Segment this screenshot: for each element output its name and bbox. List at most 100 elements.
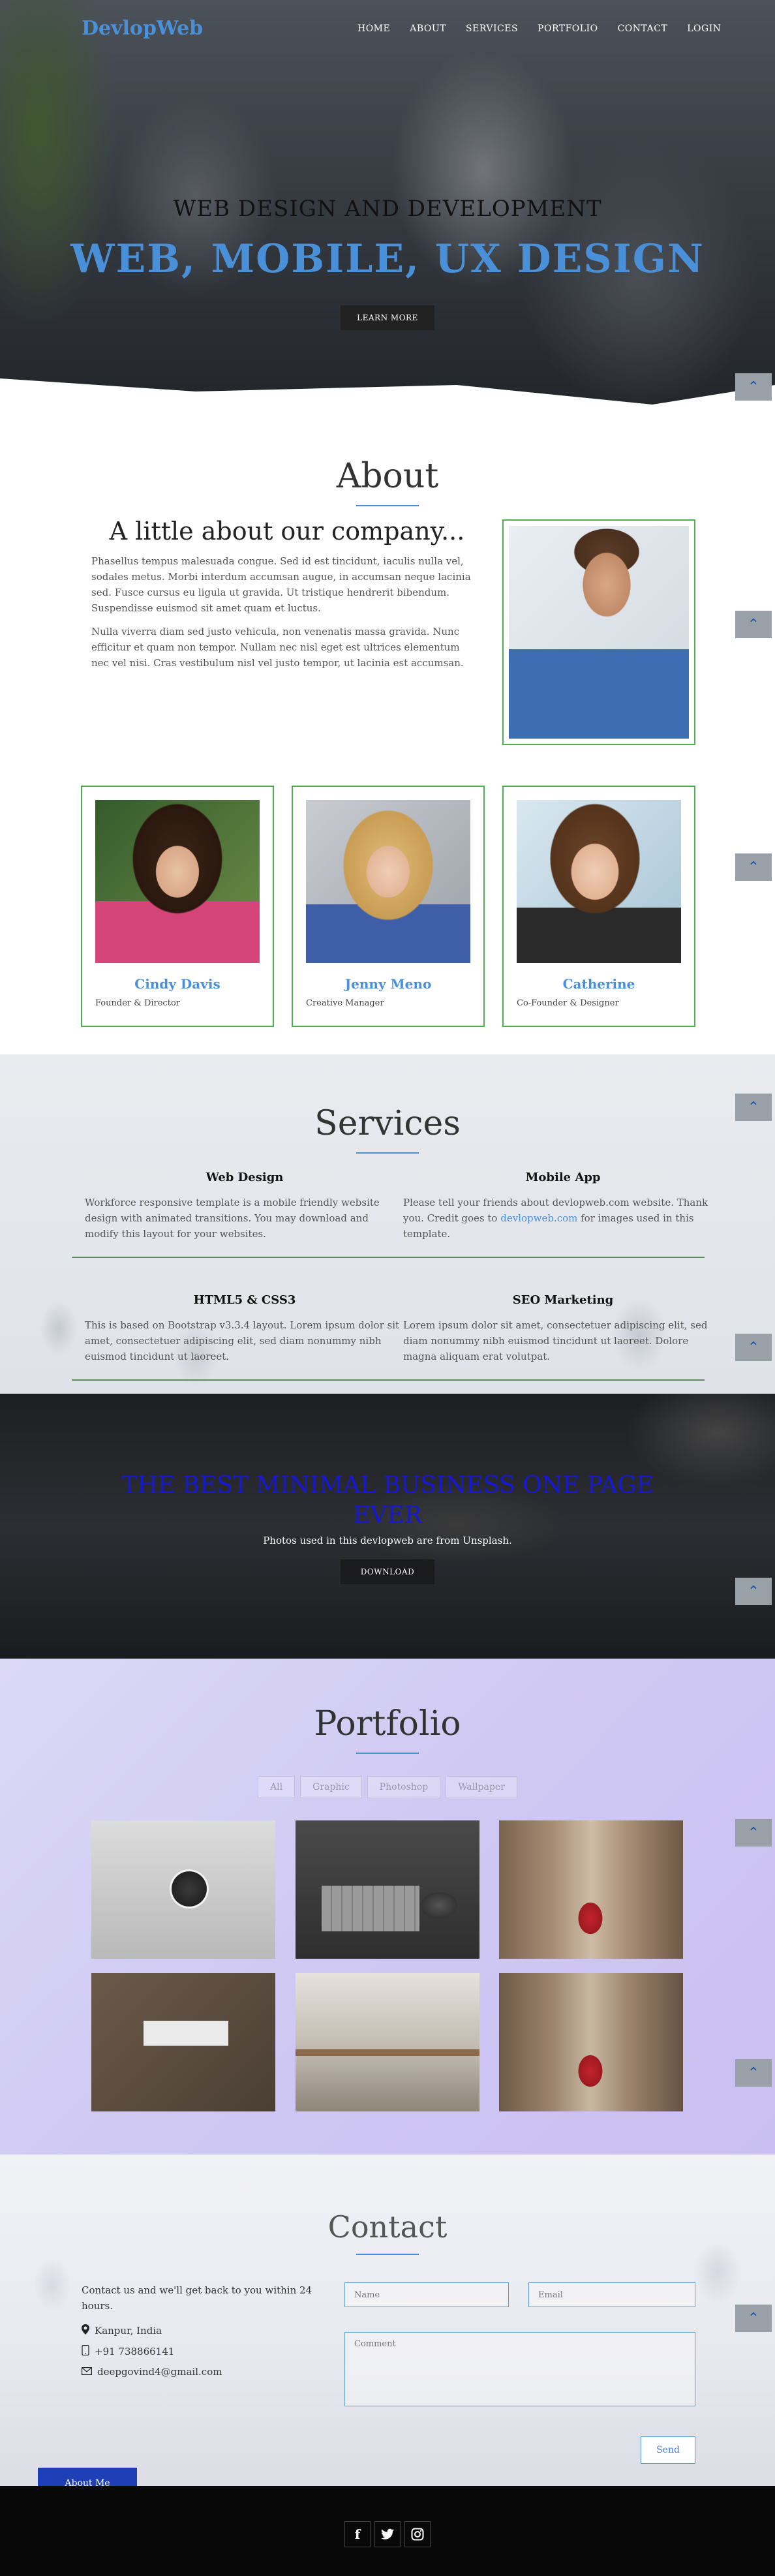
portfolio-item-tram-street[interactable]	[499, 1973, 683, 2111]
service-divider	[72, 1257, 705, 1258]
nav-links: HOME ABOUT SERVICES PORTFOLIO CONTACT LO…	[357, 23, 741, 34]
portfolio-title-underline	[356, 1753, 419, 1754]
contact-email: deepgovind4@gmail.com	[82, 2366, 222, 2378]
filter-all[interactable]: All	[258, 1776, 296, 1798]
instagram-icon[interactable]	[404, 2521, 431, 2547]
comment-textarea[interactable]	[344, 2332, 695, 2406]
chevron-up-icon: ⌃	[747, 859, 760, 876]
services-section: Services Web Design Workforce responsive…	[0, 1054, 775, 1394]
nav-home[interactable]: HOME	[357, 23, 390, 34]
service-web-design: Web Design Workforce responsive template…	[85, 1171, 404, 1242]
about-title-underline	[356, 505, 419, 506]
team-photo	[95, 800, 260, 963]
hero-section: DevlopWeb HOME ABOUT SERVICES PORTFOLIO …	[0, 0, 775, 405]
about-title: About	[336, 457, 439, 496]
service-html5-css3: HTML5 & CSS3 This is based on Bootstrap …	[85, 1293, 404, 1364]
scroll-up-button[interactable]: ⌃	[735, 1094, 772, 1121]
portfolio-section: Portfolio All Graphic Photoshop Wallpape…	[0, 1659, 775, 2154]
service-divider	[72, 1379, 705, 1381]
chevron-up-icon: ⌃	[747, 1824, 760, 1841]
team-photo	[517, 800, 681, 963]
chevron-up-icon: ⌃	[747, 2064, 760, 2081]
about-paragraph-1: Phasellus tempus malesuada congue. Sed i…	[91, 555, 471, 614]
navbar: DevlopWeb HOME ABOUT SERVICES PORTFOLIO …	[0, 0, 775, 59]
scroll-up-button[interactable]: ⌃	[735, 1578, 772, 1605]
service-text: Please tell your friends about devlopweb…	[403, 1197, 708, 1240]
cta-title: THE BEST MINIMAL BUSINESS ONE PAGE EVER	[121, 1472, 654, 1529]
about-paragraph-2: Nulla viverra diam sed justo vehicula, n…	[91, 626, 464, 669]
team-card[interactable]: Catherine Co-Founder & Designer	[502, 786, 695, 1027]
download-button[interactable]: DOWNLOAD	[341, 1559, 434, 1584]
team-role: Creative Manager	[306, 998, 384, 1008]
devlopweb-link[interactable]: devlopweb.com	[500, 1212, 577, 1224]
nav-portfolio[interactable]: PORTFOLIO	[538, 23, 598, 34]
filter-wallpaper[interactable]: Wallpaper	[446, 1776, 517, 1798]
service-mobile-app: Mobile App Please tell your friends abou…	[403, 1171, 723, 1242]
about-heading: A little about our company...	[109, 517, 465, 545]
filter-photoshop[interactable]: Photoshop	[367, 1776, 441, 1798]
scroll-up-button[interactable]: ⌃	[735, 853, 772, 881]
services-title: Services	[314, 1104, 461, 1143]
portfolio-item-tram-street[interactable]	[499, 1820, 683, 1959]
scroll-up-button[interactable]: ⌃	[735, 611, 772, 638]
scroll-up-button[interactable]: ⌃	[735, 373, 772, 401]
chevron-up-icon: ⌃	[747, 1339, 760, 1356]
team-role: Founder & Director	[95, 998, 180, 1008]
team-card[interactable]: Jenny Meno Creative Manager	[292, 786, 485, 1027]
chevron-up-icon: ⌃	[747, 616, 760, 633]
contact-phone: +91 738866141	[82, 2344, 174, 2358]
contact-title: Contact	[327, 2209, 448, 2245]
service-text: Lorem ipsum dolor sit amet, consectetuer…	[403, 1319, 708, 1362]
scroll-up-button[interactable]: ⌃	[735, 1819, 772, 1847]
twitter-icon[interactable]	[374, 2521, 401, 2547]
service-seo-marketing: SEO Marketing Lorem ipsum dolor sit amet…	[403, 1293, 723, 1364]
phone-icon	[82, 2344, 89, 2358]
contact-section: Contact Contact us and we'll get back to…	[0, 2154, 775, 2499]
cta-subtitle: Photos used in this devlopweb are from U…	[263, 1535, 512, 1546]
envelope-icon	[82, 2366, 93, 2378]
nav-contact[interactable]: CONTACT	[618, 23, 668, 34]
portfolio-item-keyboard[interactable]	[296, 1820, 479, 1959]
nav-login[interactable]: LOGIN	[687, 23, 721, 34]
service-title: Web Design	[205, 1171, 284, 1184]
about-photo-frame	[502, 519, 695, 745]
chevron-up-icon: ⌃	[747, 1583, 760, 1600]
team-name: Cindy Davis	[134, 976, 220, 992]
chevron-up-icon: ⌃	[747, 1099, 760, 1116]
scroll-up-button[interactable]: ⌃	[735, 2059, 772, 2087]
service-text: This is based on Bootstrap v3.3.4 layout…	[85, 1319, 400, 1362]
chevron-up-icon: ⌃	[747, 2310, 760, 2327]
hero-divider-wave	[0, 378, 775, 405]
map-marker-icon	[82, 2324, 89, 2337]
team-photo	[306, 800, 470, 963]
name-input[interactable]	[344, 2282, 509, 2307]
service-title: SEO Marketing	[512, 1293, 614, 1307]
brand-logo[interactable]: DevlopWeb	[82, 17, 203, 40]
team-name: Jenny Meno	[344, 976, 432, 992]
filter-graphic[interactable]: Graphic	[300, 1776, 362, 1798]
portfolio-filters: All Graphic Photoshop Wallpaper	[0, 1776, 775, 1798]
scroll-up-button[interactable]: ⌃	[735, 1334, 772, 1361]
nav-services[interactable]: SERVICES	[466, 23, 518, 34]
email-input[interactable]	[528, 2282, 695, 2307]
hero-title: WEB, MOBILE, UX DESIGN	[70, 236, 705, 282]
learn-more-button[interactable]: LEARN MORE	[341, 305, 434, 330]
contact-location: Kanpur, India	[82, 2324, 162, 2337]
scroll-up-button[interactable]: ⌃	[735, 2305, 772, 2332]
service-title: HTML5 & CSS3	[193, 1293, 296, 1307]
team-card[interactable]: Cindy Davis Founder & Director	[81, 786, 274, 1027]
portfolio-title: Portfolio	[314, 1704, 461, 1743]
send-button[interactable]: Send	[641, 2436, 695, 2464]
services-title-underline	[356, 1152, 419, 1154]
about-photo	[509, 526, 689, 739]
facebook-icon[interactable]: f	[344, 2521, 371, 2547]
footer: f	[0, 2486, 775, 2576]
contact-title-underline	[356, 2254, 419, 2255]
portfolio-item-dining-table[interactable]	[296, 1973, 479, 2111]
cta-section: THE BEST MINIMAL BUSINESS ONE PAGE EVER …	[0, 1394, 775, 1659]
portfolio-item-laptop[interactable]	[91, 1973, 275, 2111]
team-name: Catherine	[562, 976, 635, 992]
nav-about[interactable]: ABOUT	[410, 23, 446, 34]
service-title: Mobile App	[525, 1171, 601, 1184]
portfolio-item-speaker[interactable]	[91, 1820, 275, 1959]
